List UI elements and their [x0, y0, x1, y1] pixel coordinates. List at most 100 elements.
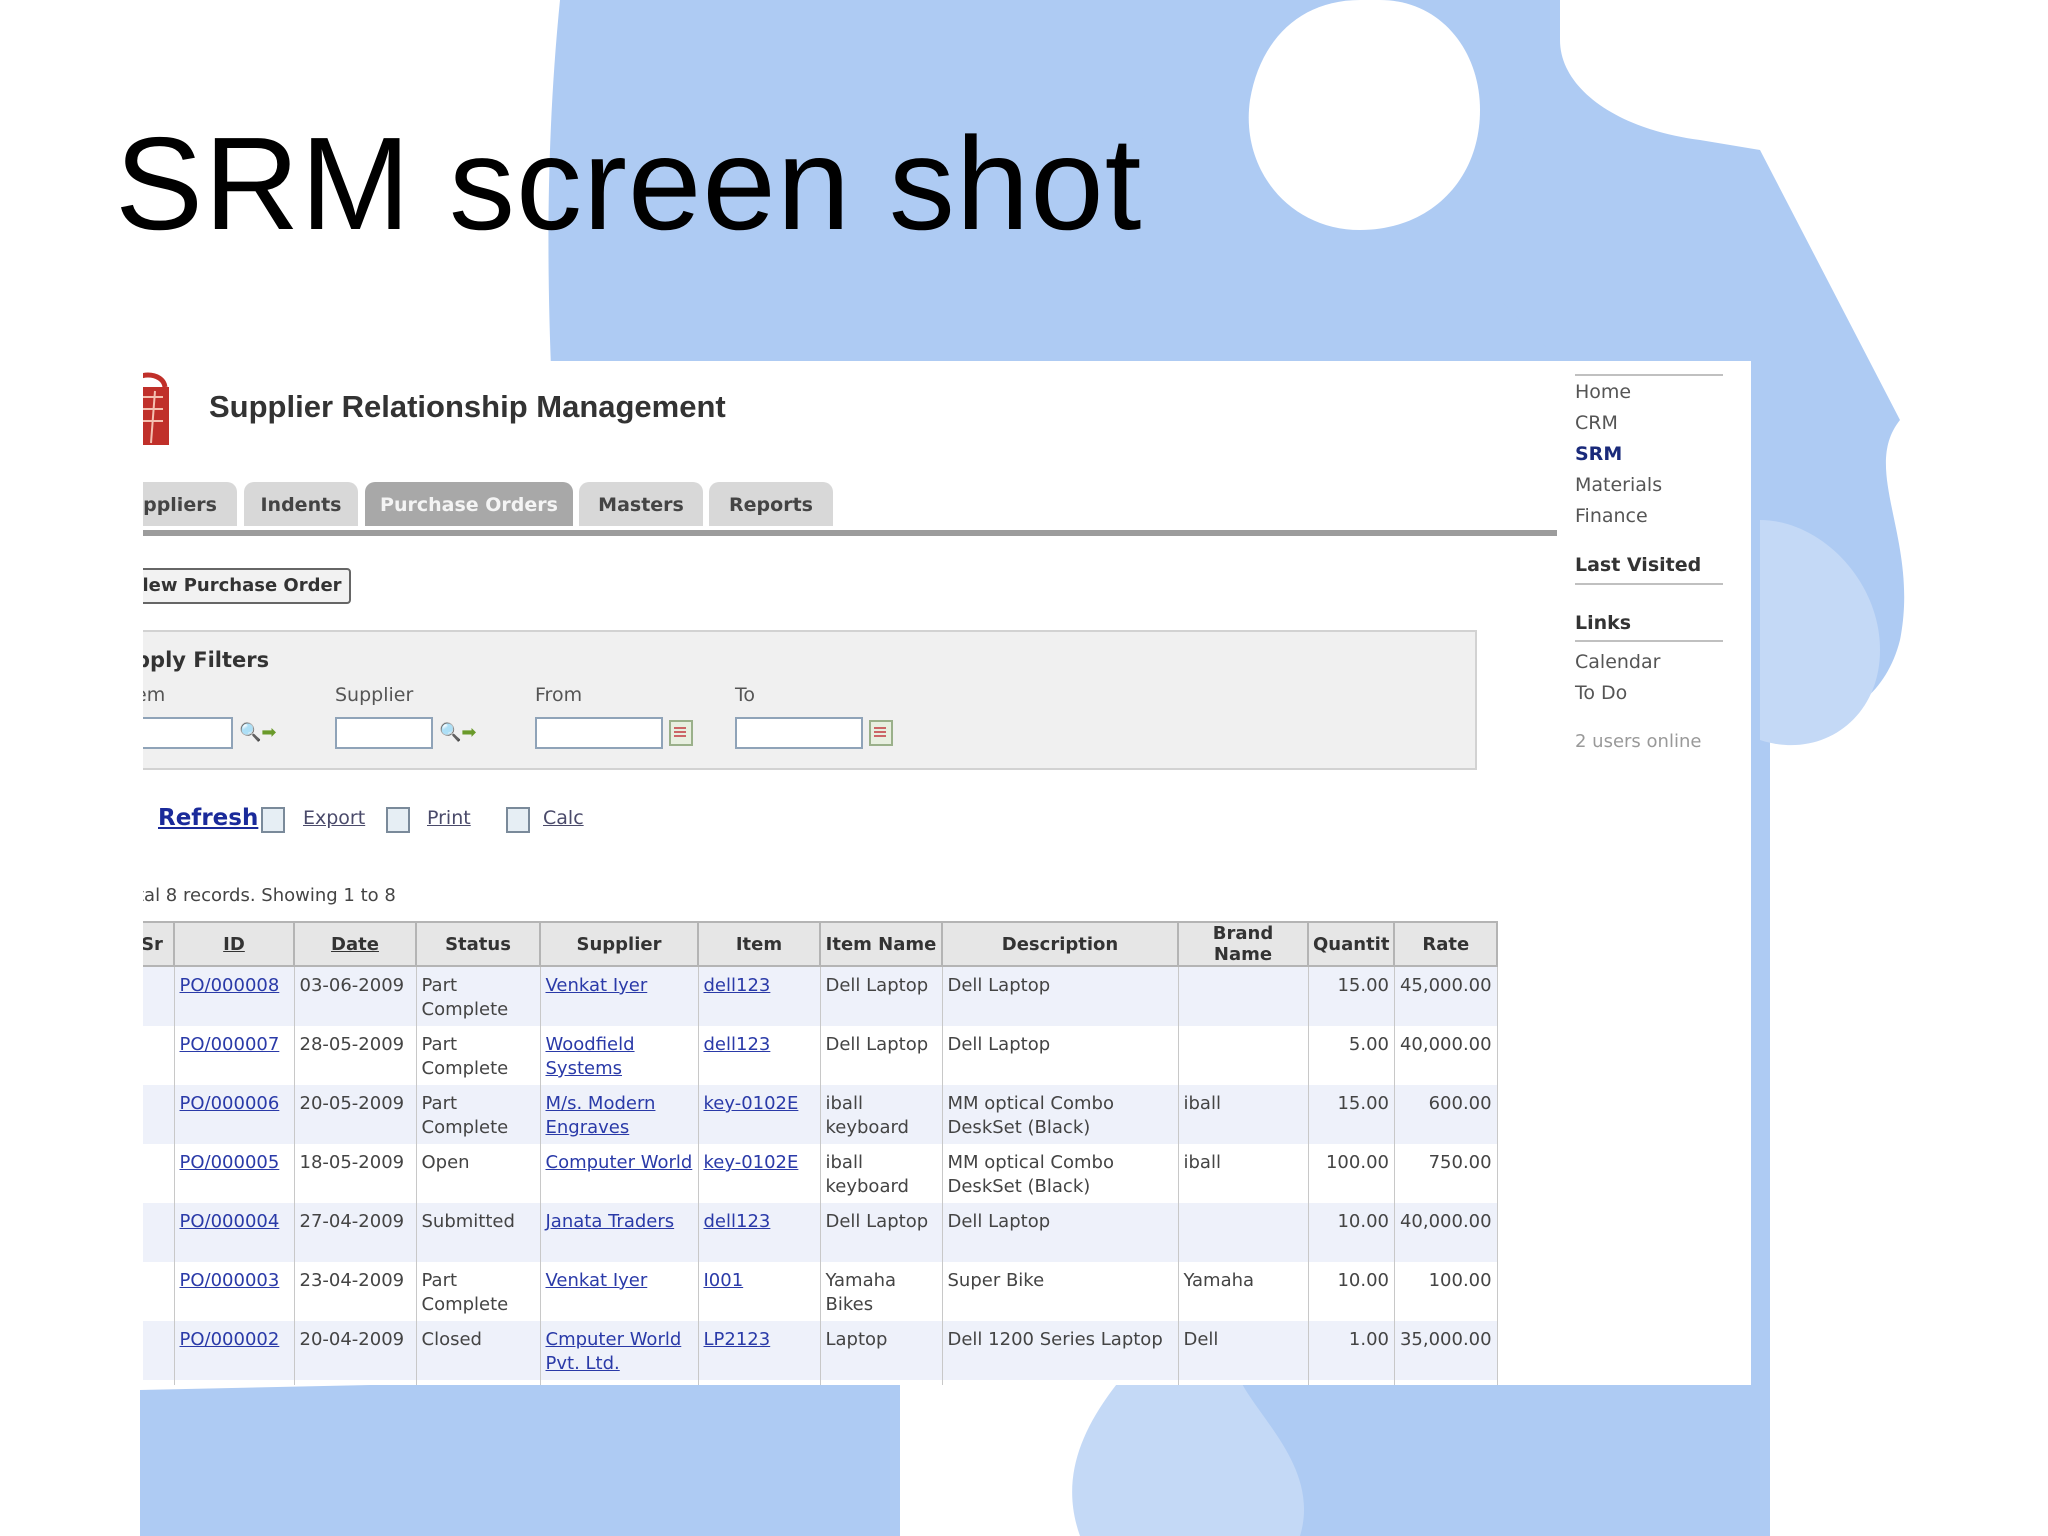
- cell-id-link[interactable]: PO/000002: [180, 1329, 280, 1350]
- cell-item-link[interactable]: key-0102E: [704, 1093, 799, 1114]
- cell-rate: 600.00: [1393, 1085, 1498, 1144]
- tab-underline: [143, 530, 1557, 536]
- table-row: PO/00000117-04-2009Part CompleteComputer…: [143, 1380, 1498, 1385]
- cell-supplier-link[interactable]: M/s. Modern Engraves: [546, 1093, 656, 1138]
- cell-brand: iball: [1177, 1144, 1309, 1203]
- item-search-go-icon[interactable]: 🔍➡: [239, 722, 277, 743]
- cell-supplier-link[interactable]: Venkat Iyer: [546, 1270, 648, 1291]
- cell-id-link[interactable]: PO/000007: [180, 1034, 280, 1055]
- cell-brand: Yamaha: [1177, 1262, 1309, 1321]
- new-purchase-order-button[interactable]: lew Purchase Order: [143, 568, 351, 604]
- tab-reports[interactable]: Reports: [709, 482, 833, 526]
- cell-sr: [143, 1203, 175, 1262]
- cell-supplier: Venkat Iyer: [539, 1262, 699, 1321]
- sidebar-item-finance[interactable]: Finance: [1575, 505, 1648, 527]
- calc-link[interactable]: Calc: [543, 807, 584, 829]
- cell-item-name: Yamaha Bikes: [819, 1262, 943, 1321]
- cell-supplier: M/s. Modern Engraves: [539, 1085, 699, 1144]
- cell-item-link[interactable]: dell123: [704, 1034, 771, 1055]
- col-id[interactable]: ID: [173, 921, 295, 967]
- cell-id: PO/000007: [173, 1026, 295, 1085]
- supplier-filter-input[interactable]: [335, 717, 433, 749]
- cell-date: 20-05-2009: [293, 1085, 417, 1144]
- col-date[interactable]: Date: [293, 921, 417, 967]
- cell-item-link[interactable]: LP2123: [704, 1329, 771, 1350]
- cell-date: 27-04-2009: [293, 1203, 417, 1262]
- to-date-input[interactable]: [735, 717, 863, 749]
- cell-id: PO/000002: [173, 1321, 295, 1380]
- cell-id: PO/000003: [173, 1262, 295, 1321]
- sidebar-item-home[interactable]: Home: [1575, 381, 1631, 403]
- cell-item-link[interactable]: dell123: [704, 1211, 771, 1232]
- cell-description: MM optical Combo DeskSet (Black): [941, 1085, 1179, 1144]
- tab-masters[interactable]: Masters: [579, 482, 703, 526]
- cell-supplier-link[interactable]: Computer World: [546, 1152, 693, 1173]
- supplier-search-go-icon[interactable]: 🔍➡: [439, 722, 477, 743]
- cell-item-name: Dell Laptop: [819, 1203, 943, 1262]
- cell-rate: 35,000.00: [1393, 1380, 1498, 1385]
- tab-suppliers[interactable]: ppliers: [143, 482, 237, 526]
- cell-quantity: 10.00: [1307, 1262, 1395, 1321]
- cell-quantity: 15.00: [1307, 1085, 1395, 1144]
- export-link[interactable]: Export: [303, 807, 365, 829]
- cell-id-link[interactable]: PO/000003: [180, 1270, 280, 1291]
- srm-app-screenshot: Supplier Relationship Management ppliers…: [143, 361, 1751, 1385]
- cell-id: PO/000005: [173, 1144, 295, 1203]
- cell-item: I001: [697, 1262, 821, 1321]
- cell-supplier-link[interactable]: Woodfield Systems: [546, 1034, 635, 1079]
- sidebar-link-calendar[interactable]: Calendar: [1575, 651, 1660, 673]
- col-status: Status: [415, 921, 541, 967]
- tab-indents[interactable]: Indents: [244, 482, 358, 526]
- print-link[interactable]: Print: [427, 807, 471, 829]
- sidebar-divider: [1575, 583, 1723, 585]
- table-row: PO/000006 20-05-2009 Part Complete M/s. Mod…: [143, 1085, 1498, 1144]
- cell-supplier-link[interactable]: Janata Traders: [546, 1211, 675, 1232]
- cell-quantity: 100.00: [1307, 1144, 1395, 1203]
- cell-supplier-link[interactable]: Cmputer World Pvt. Ltd.: [546, 1329, 682, 1374]
- refresh-link[interactable]: Refresh: [158, 805, 258, 831]
- sidebar-item-srm[interactable]: SRM: [1575, 443, 1622, 465]
- to-calendar-icon[interactable]: [869, 720, 893, 746]
- cell-brand: [1177, 1203, 1309, 1262]
- cell-id-link[interactable]: PO/000005: [180, 1152, 280, 1173]
- sidebar-item-crm[interactable]: CRM: [1575, 412, 1618, 434]
- cell-item: LP2123: [697, 1321, 821, 1380]
- cell-description: Dell 1200 Series Laptop: [941, 1380, 1179, 1385]
- table-header-row: Sr ID Date Status Supplier Item Item Nam…: [143, 921, 1499, 967]
- tab-purchase-orders[interactable]: Purchase Orders: [365, 482, 573, 526]
- cell-item-name: Dell Laptop: [819, 1026, 943, 1085]
- cell-date: 18-05-2009: [293, 1144, 417, 1203]
- table-row: PO/000007 28-05-2009 Part Complete Woodfiel…: [143, 1026, 1498, 1085]
- cell-id-link[interactable]: PO/000006: [180, 1093, 280, 1114]
- cell-quantity: 100.00: [1307, 1380, 1395, 1385]
- from-date-input[interactable]: [535, 717, 663, 749]
- cell-status: Part Complete: [415, 1262, 541, 1321]
- cell-rate: 100.00: [1393, 1262, 1498, 1321]
- sidebar-item-materials[interactable]: Materials: [1575, 474, 1662, 496]
- sidebar-link-todo[interactable]: To Do: [1575, 682, 1627, 704]
- purchase-orders-table: Sr ID Date Status Supplier Item Item Nam…: [143, 921, 1499, 1385]
- cell-supplier: Venkat Iyer: [539, 966, 699, 1026]
- col-sr: Sr: [143, 921, 175, 967]
- cell-id-link[interactable]: PO/000004: [180, 1211, 280, 1232]
- cell-description: MM optical Combo DeskSet (Black): [941, 1144, 1179, 1203]
- cell-rate: 750.00: [1393, 1144, 1498, 1203]
- cell-supplier-link[interactable]: Venkat Iyer: [546, 975, 648, 996]
- cell-id-link[interactable]: PO/000008: [180, 975, 280, 996]
- table-row: PO/000002 20-04-2009 Closed Cmputer World P…: [143, 1321, 1498, 1380]
- cell-item-link[interactable]: key-0102E: [704, 1152, 799, 1173]
- cell-rate: 45,000.00: [1393, 966, 1498, 1026]
- cell-supplier: Computer World: [539, 1144, 699, 1203]
- from-calendar-icon[interactable]: [669, 720, 693, 746]
- cell-quantity: 1.00: [1307, 1321, 1395, 1380]
- cell-item-link[interactable]: dell123: [704, 975, 771, 996]
- col-rate: Rate: [1393, 921, 1499, 967]
- cell-status: Closed: [415, 1321, 541, 1380]
- from-filter-label: From: [535, 684, 583, 706]
- links-heading: Links: [1575, 612, 1632, 634]
- item-filter-input[interactable]: [143, 717, 233, 749]
- col-brand-name: Brand Name: [1177, 921, 1309, 967]
- cell-sr: [143, 1026, 175, 1085]
- cell-item-link[interactable]: I001: [704, 1270, 744, 1291]
- cell-supplier: Computer World: [539, 1380, 699, 1385]
